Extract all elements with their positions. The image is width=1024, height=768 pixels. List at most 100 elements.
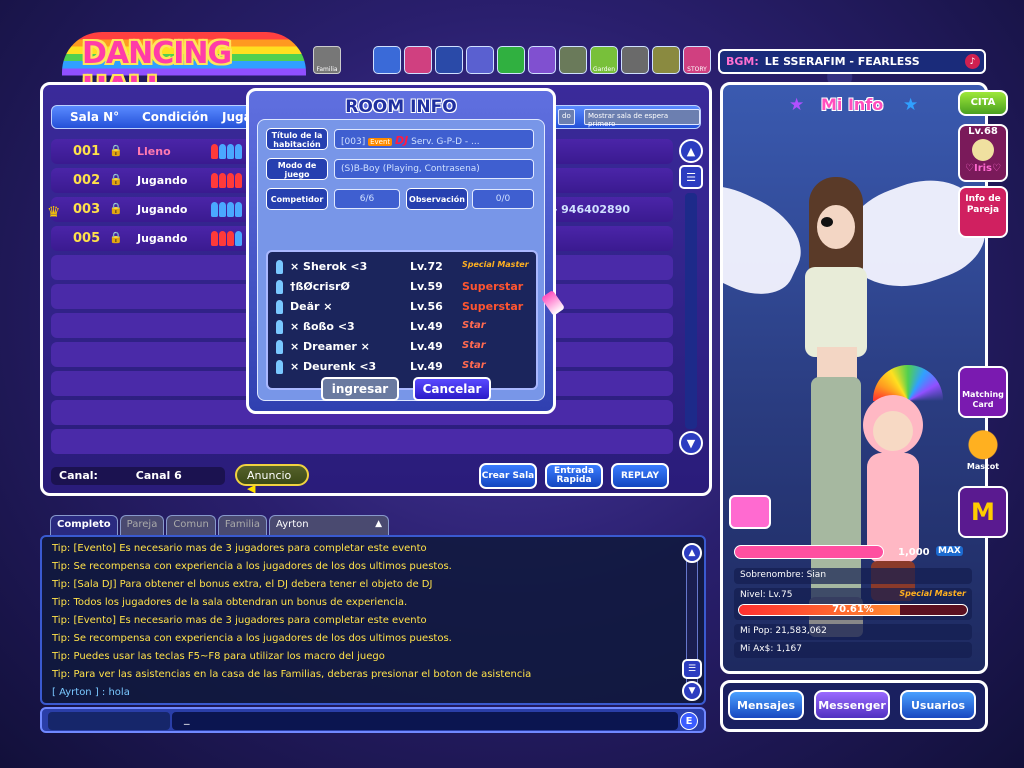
player-entry[interactable]: × Dreamer × Lv.49 Star — [276, 338, 530, 356]
room-info-dialog: ROOM INFO Título de la habitación [003] … — [246, 88, 556, 414]
ring-icon — [972, 139, 994, 161]
scroll-menu-button[interactable]: ☰ — [679, 165, 703, 189]
chat-tab-comun[interactable]: Comun — [166, 515, 216, 535]
messenger-button[interactable]: Messenger — [814, 690, 890, 720]
chat-tab-pareja[interactable]: Pareja — [119, 515, 165, 535]
gift-box-icon[interactable] — [729, 495, 771, 529]
tab-arrow-icon: ▲ — [375, 519, 383, 529]
room-number: 001 — [73, 144, 101, 159]
cita-button[interactable]: CITA — [958, 90, 1008, 116]
emoticon-icon[interactable]: E — [680, 712, 698, 730]
chat-message: [ Ayrton ] : hola — [52, 687, 130, 698]
top-menu-icon-2[interactable] — [404, 46, 432, 74]
dj-badge: DJ — [395, 134, 409, 147]
chat-message: Tip: [Evento] Es necesario mas de 3 juga… — [52, 543, 427, 554]
familia-button[interactable]: Familia — [313, 46, 341, 74]
player-entry[interactable]: × Sherok <3 Lv.72 Special Master — [276, 258, 530, 276]
player-entry[interactable]: × ßoßo <3 Lv.49 Star — [276, 318, 530, 336]
chat-message: Tip: Se recompensa con experiencia a los… — [52, 561, 452, 572]
chat-target-selector[interactable] — [48, 712, 170, 730]
cancel-button[interactable]: Cancelar — [413, 377, 491, 401]
bgm-label: BGM: — [726, 55, 759, 68]
chat-tab-completo[interactable]: Completo — [50, 515, 118, 535]
show-waiting-first-button[interactable]: Mostrar sala de espera primero — [584, 109, 700, 128]
player-name: × ßoßo <3 — [290, 320, 355, 333]
chat-menu-button[interactable]: ☰ — [682, 659, 702, 679]
player-slot-icon — [235, 231, 242, 246]
create-room-button[interactable]: Crear Sala — [479, 463, 537, 489]
player-entry[interactable]: × Deurenk <3 Lv.49 Star — [276, 358, 530, 376]
top-menu-icon-9[interactable] — [621, 46, 649, 74]
room-number: 005 — [73, 231, 101, 246]
m-menu-button[interactable]: M — [958, 486, 1008, 538]
player-slot-icon — [227, 173, 234, 188]
lock-icon: 🔒 — [109, 173, 123, 186]
player-entry[interactable]: †ßØcrisrØ Lv.59 Superstar — [276, 278, 530, 296]
room-number: 002 — [73, 173, 101, 188]
player-icon — [276, 260, 283, 274]
room-players — [211, 144, 242, 159]
player-slot-icon — [235, 144, 242, 159]
top-menu-icon-6[interactable] — [528, 46, 556, 74]
top-menu-icon-7[interactable] — [559, 46, 587, 74]
bgm-bar: BGM: LE SSERAFIM - FEARLESS ♪ — [718, 49, 986, 74]
player-name: × Dreamer × — [290, 340, 370, 353]
music-note-icon[interactable]: ♪ — [965, 54, 980, 69]
top-menu-icon-11[interactable]: STORY — [683, 46, 711, 74]
top-menu-icon-5[interactable] — [497, 46, 525, 74]
replay-button[interactable]: REPLAY — [611, 463, 669, 489]
competitor-label: Competidor — [266, 188, 328, 210]
enter-room-button[interactable]: ingresar — [321, 377, 399, 401]
mascot-button[interactable]: Mascot — [958, 426, 1008, 478]
chat-tabs: Completo Pareja Comun Familia Ayrton ▲ — [50, 515, 390, 535]
quick-entry-button[interactable]: Entrada Rapida — [545, 463, 603, 489]
header-sala: Sala N° — [70, 110, 120, 124]
chat-tab-ayrton[interactable]: Ayrton ▲ — [269, 515, 390, 535]
matching-card-button[interactable]: Matching Card — [958, 366, 1008, 418]
player-slot-icon — [219, 202, 226, 217]
player-slot-icon — [211, 231, 218, 246]
room-title-field: [003] Event DJ Serv. G-P-D - ... — [334, 129, 534, 149]
nickname-row: Sobrenombre: Sian — [734, 568, 972, 584]
chat-input[interactable]: _ — [172, 712, 678, 730]
chat-log: Tip: [Evento] Es necesario mas de 3 juga… — [40, 535, 706, 705]
scroll-up-button[interactable]: ▲ — [679, 139, 703, 163]
lock-icon: 🔒 — [109, 231, 123, 244]
chat-scroll-down-button[interactable]: ▼ — [682, 681, 702, 701]
messages-button[interactable]: Mensajes — [728, 690, 804, 720]
top-menu-icon-1[interactable] — [373, 46, 401, 74]
top-menu-icon-3[interactable] — [435, 46, 463, 74]
room-status: Jugando — [137, 232, 188, 245]
megaphone-icon: ◀ — [247, 482, 256, 495]
partner-info-button[interactable]: Info de Pareja — [958, 186, 1008, 238]
event-badge: Event — [368, 138, 393, 146]
partner-level-badge[interactable]: Lv.68 ♡Iris♡ — [958, 124, 1008, 182]
player-name: × Deurenk <3 — [290, 360, 377, 373]
top-menu-icon-4[interactable] — [466, 46, 494, 74]
scroll-down-button[interactable]: ▼ — [679, 431, 703, 455]
chat-tab-familia[interactable]: Familia — [217, 515, 268, 535]
game-mode-label: Modo de juego — [266, 158, 328, 180]
exp-max-badge: MAX — [936, 546, 963, 556]
header-button-partial[interactable]: do — [558, 109, 575, 125]
observer-value: 0/0 — [472, 189, 534, 209]
chat-input-bar: _ E — [40, 707, 706, 733]
player-entry[interactable]: Deär × Lv.56 Superstar — [276, 298, 530, 316]
game-logo: DANCING HALL — [62, 32, 306, 106]
users-button[interactable]: Usuarios — [900, 690, 976, 720]
header-condicion: Condición — [142, 110, 209, 124]
top-menu-icon-10[interactable] — [652, 46, 680, 74]
player-name: †ßØcrisrØ — [290, 280, 350, 293]
room-scrollbar-track[interactable] — [685, 193, 697, 429]
top-menu-icon-8[interactable]: Garden — [590, 46, 618, 74]
player-level: Lv.56 — [410, 300, 443, 313]
chat-message: Tip: Para ver las asistencias en la casa… — [52, 669, 532, 680]
observer-label: Observación — [406, 188, 468, 210]
room-number: 003 — [73, 202, 101, 217]
rank-badge: Special Master — [899, 589, 966, 598]
player-rank: Superstar — [462, 300, 524, 313]
announce-button[interactable]: Anuncio ◀ — [235, 464, 309, 493]
chat-scroll-up-button[interactable]: ▲ — [682, 543, 702, 563]
empty-room-row[interactable] — [51, 429, 673, 454]
player-rank: Special Master — [462, 260, 529, 269]
